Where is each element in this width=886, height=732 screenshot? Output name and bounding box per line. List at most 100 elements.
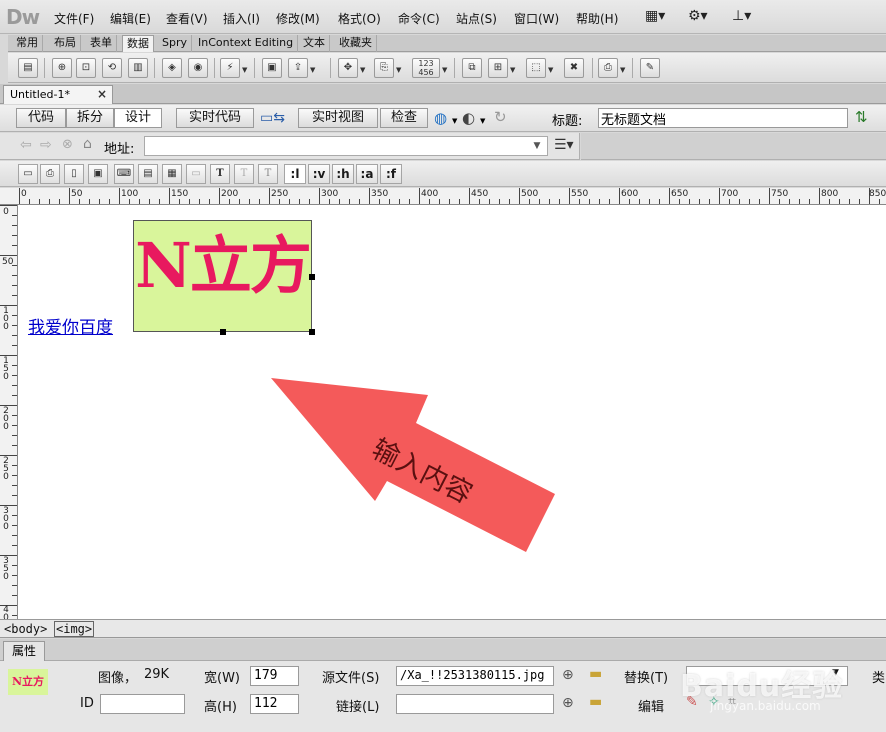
layout-icon[interactable]: ▦▾ <box>645 8 665 24</box>
tab-text[interactable]: 文本 <box>299 35 330 52</box>
master-detail-icon[interactable]: ▣ <box>262 58 282 78</box>
site-tree-icon[interactable]: ⊥▾ <box>732 8 751 24</box>
chevron-down-icon[interactable]: ▼ <box>510 66 515 74</box>
height-field[interactable]: 112 <box>250 694 299 714</box>
menu-edit[interactable]: 编辑(E) <box>110 10 151 27</box>
chevron-down-icon[interactable]: ▼ <box>442 66 447 74</box>
back-icon[interactable]: ⇦ <box>20 137 32 153</box>
resize-handle-bottom[interactable] <box>220 329 226 335</box>
repeated-region-icon[interactable]: ▥ <box>128 58 148 78</box>
handheld-media-icon[interactable]: ▯ <box>64 164 84 184</box>
tab-common[interactable]: 常用 <box>12 35 43 52</box>
live-view-button[interactable]: 实时视图 <box>298 108 378 128</box>
restrict-access-icon[interactable]: ✖ <box>564 58 584 78</box>
recordset-paging-icon[interactable]: ◉ <box>188 58 208 78</box>
document-tab[interactable]: Untitled-1* × <box>3 85 113 104</box>
edit-list-icon[interactable]: ✎ <box>640 58 660 78</box>
inspect-button[interactable]: 检查 <box>380 108 428 128</box>
menu-command[interactable]: 命令(C) <box>398 10 440 27</box>
menu-format[interactable]: 格式(O) <box>338 10 381 27</box>
menu-insert[interactable]: 插入(I) <box>223 10 260 27</box>
tv-media-icon[interactable]: ▤ <box>138 164 158 184</box>
text-size-decrease-icon[interactable]: T <box>234 164 254 184</box>
log-in-user-icon[interactable]: ⧉ <box>462 58 482 78</box>
point-to-file-icon[interactable]: ⊕ <box>562 667 574 683</box>
chevron-down-icon[interactable]: ▼ <box>620 66 625 74</box>
chevron-down-icon[interactable]: ▼ <box>480 117 485 125</box>
split-view-button[interactable]: 拆分 <box>66 108 114 128</box>
chevron-down-icon[interactable]: ▼ <box>242 66 247 74</box>
code-view-button[interactable]: 代码 <box>16 108 66 128</box>
file-compare-icon[interactable]: ▭⇆ <box>260 110 285 126</box>
gear-icon[interactable]: ⚙▾ <box>688 8 708 24</box>
tab-incontext-editing[interactable]: InContext Editing <box>194 35 299 52</box>
address-input[interactable] <box>144 136 548 156</box>
number-format-icon[interactable]: 123 456 <box>412 58 440 78</box>
forward-icon[interactable]: ⇨ <box>40 137 52 153</box>
recordset-icon[interactable]: ⊕ <box>52 58 72 78</box>
user-auth-icon[interactable]: ⊞ <box>488 58 508 78</box>
menu-site[interactable]: 站点(S) <box>456 10 497 27</box>
tab-forms[interactable]: 表单 <box>86 35 117 52</box>
text-size-increase-icon[interactable]: T <box>210 164 230 184</box>
browser-options-icon[interactable]: ☰▾ <box>554 137 574 153</box>
toggle-css-icon[interactable]: ▦ <box>162 164 182 184</box>
menu-modify[interactable]: 修改(M) <box>276 10 320 27</box>
screen-media-icon[interactable]: ▭ <box>18 164 38 184</box>
refresh-icon[interactable]: ↻ <box>494 108 507 126</box>
link-field[interactable] <box>396 694 554 714</box>
resize-handle-right[interactable] <box>309 274 315 280</box>
xml-icon[interactable]: ⎙ <box>598 58 618 78</box>
resize-handle-corner[interactable] <box>309 329 315 335</box>
menu-help[interactable]: 帮助(H) <box>576 10 618 27</box>
design-time-stylesheet-icon[interactable]: ▭ <box>186 164 206 184</box>
menu-view[interactable]: 查看(V) <box>166 10 208 27</box>
focus-pseudo-class-button[interactable]: :f <box>380 164 402 184</box>
chevron-down-icon[interactable]: ▼ <box>548 66 553 74</box>
print-media-icon[interactable]: ⎙ <box>40 164 60 184</box>
server-behavior-icon[interactable]: ⚡ <box>220 58 240 78</box>
projection-media-icon[interactable]: ▣ <box>88 164 108 184</box>
import-table-icon[interactable]: ▤ <box>18 58 38 78</box>
insert-record-icon[interactable]: ⇪ <box>288 58 308 78</box>
chevron-down-icon[interactable]: ▼ <box>396 66 401 74</box>
width-field[interactable]: 179 <box>250 666 299 686</box>
delete-record-icon[interactable]: ⎘ <box>374 58 394 78</box>
design-view-button[interactable]: 设计 <box>114 108 162 128</box>
tab-spry[interactable]: Spry <box>158 35 192 52</box>
tab-favorites[interactable]: 收藏夹 <box>335 35 377 52</box>
design-canvas[interactable]: 我爱你百度 N立方 输入内容 <box>18 205 886 619</box>
xslt-transform-icon[interactable]: ⬚ <box>526 58 546 78</box>
text-size-reset-icon[interactable]: T <box>258 164 278 184</box>
dynamic-data-icon[interactable]: ⟲ <box>102 58 122 78</box>
menu-window[interactable]: 窗口(W) <box>514 10 559 27</box>
folder-icon[interactable]: ▬ <box>589 694 602 710</box>
stored-procedure-icon[interactable]: ⊡ <box>76 58 96 78</box>
link-pseudo-class-button[interactable]: :l <box>284 164 306 184</box>
live-code-button[interactable]: 实时代码 <box>176 108 254 128</box>
src-field[interactable]: /Xa_!!2531380115.jpg <box>396 666 554 686</box>
point-to-file-icon[interactable]: ⊕ <box>562 695 574 711</box>
show-region-icon[interactable]: ◈ <box>162 58 182 78</box>
tag-img[interactable]: <img> <box>54 621 95 637</box>
home-icon[interactable]: ⌂ <box>83 136 92 152</box>
tab-properties[interactable]: 属性 <box>3 641 46 661</box>
globe-icon[interactable]: ◍ <box>434 109 447 127</box>
menu-file[interactable]: 文件(F) <box>54 10 94 27</box>
visual-aids-icon[interactable]: ◐ <box>462 109 475 127</box>
tab-data[interactable]: 数据 <box>122 35 154 52</box>
stop-icon[interactable]: ⊗ <box>62 137 73 152</box>
selected-image[interactable]: N立方 <box>133 220 315 335</box>
title-field[interactable] <box>598 108 848 128</box>
visited-pseudo-class-button[interactable]: :v <box>308 164 330 184</box>
link-text[interactable]: 我爱你百度 <box>28 313 113 338</box>
update-record-icon[interactable]: ✥ <box>338 58 358 78</box>
chevron-down-icon[interactable]: ▼ <box>360 66 365 74</box>
file-management-icon[interactable]: ⇅ <box>855 108 868 126</box>
chevron-down-icon[interactable]: ▼ <box>528 137 546 155</box>
tab-layout[interactable]: 布局 <box>50 35 81 52</box>
close-icon[interactable]: × <box>97 86 107 103</box>
chevron-down-icon[interactable]: ▼ <box>310 66 315 74</box>
folder-icon[interactable]: ▬ <box>589 666 602 682</box>
chevron-down-icon[interactable]: ▼ <box>452 117 457 125</box>
